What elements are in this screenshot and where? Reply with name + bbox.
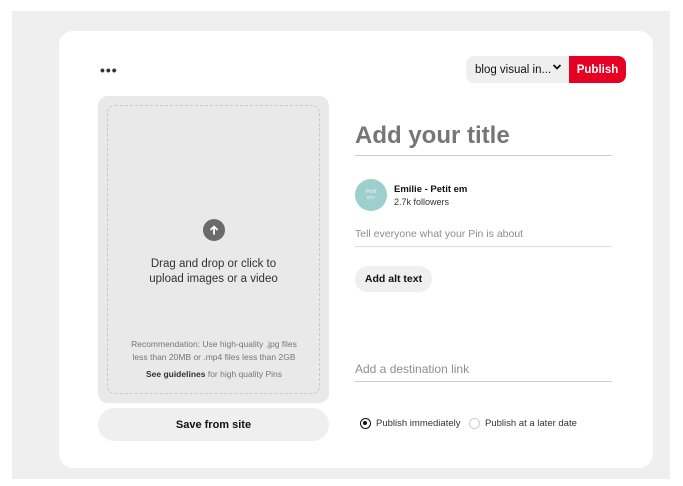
upload-recommendation: Recommendation: Use high-quality .jpg fi… [112, 338, 316, 364]
destination-link-input[interactable]: Add a destination link [355, 362, 612, 382]
radio-selected-icon[interactable] [360, 418, 371, 429]
board-select-dropdown[interactable]: blog visual in... [466, 56, 570, 83]
radio-unselected-icon[interactable] [469, 418, 480, 429]
save-from-site-button[interactable]: Save from site [98, 408, 329, 441]
add-alt-text-button[interactable]: Add alt text [355, 266, 432, 292]
publish-later-label: Publish at a later date [485, 418, 577, 429]
description-input[interactable]: Tell everyone what your Pin is about [355, 228, 612, 247]
avatar-text-2: em [367, 195, 375, 201]
recommendation-line-1: Recommendation: Use high-quality .jpg fi… [131, 339, 297, 349]
dropzone-instructions: Drag and drop or click to upload images … [118, 257, 309, 287]
guidelines-text: See guidelines for high quality Pins [112, 369, 316, 379]
avatar: Petit em [355, 179, 387, 211]
upload-arrow-icon [203, 219, 225, 241]
publish-button[interactable]: Publish [569, 56, 626, 83]
recommendation-line-2: less than 20MB or .mp4 files less than 2… [132, 352, 296, 362]
follower-count: 2.7k followers [394, 197, 450, 207]
more-options-button[interactable]: ••• [100, 62, 118, 78]
publish-immediately-label: Publish immediately [376, 418, 461, 429]
see-guidelines-link[interactable]: See guidelines [146, 369, 206, 379]
publish-later-option[interactable]: Publish at a later date [469, 418, 577, 429]
title-input[interactable]: Add your title [355, 117, 612, 156]
chevron-down-icon [552, 64, 562, 70]
guidelines-suffix: for high quality Pins [205, 369, 283, 379]
user-name[interactable]: Emilie - Petit em [394, 184, 467, 195]
drag-line-2: upload images or a video [149, 273, 278, 285]
board-select-label: blog visual in... [475, 63, 552, 76]
drag-line-1: Drag and drop or click to [150, 258, 277, 270]
publish-immediately-option[interactable]: Publish immediately [360, 418, 460, 429]
